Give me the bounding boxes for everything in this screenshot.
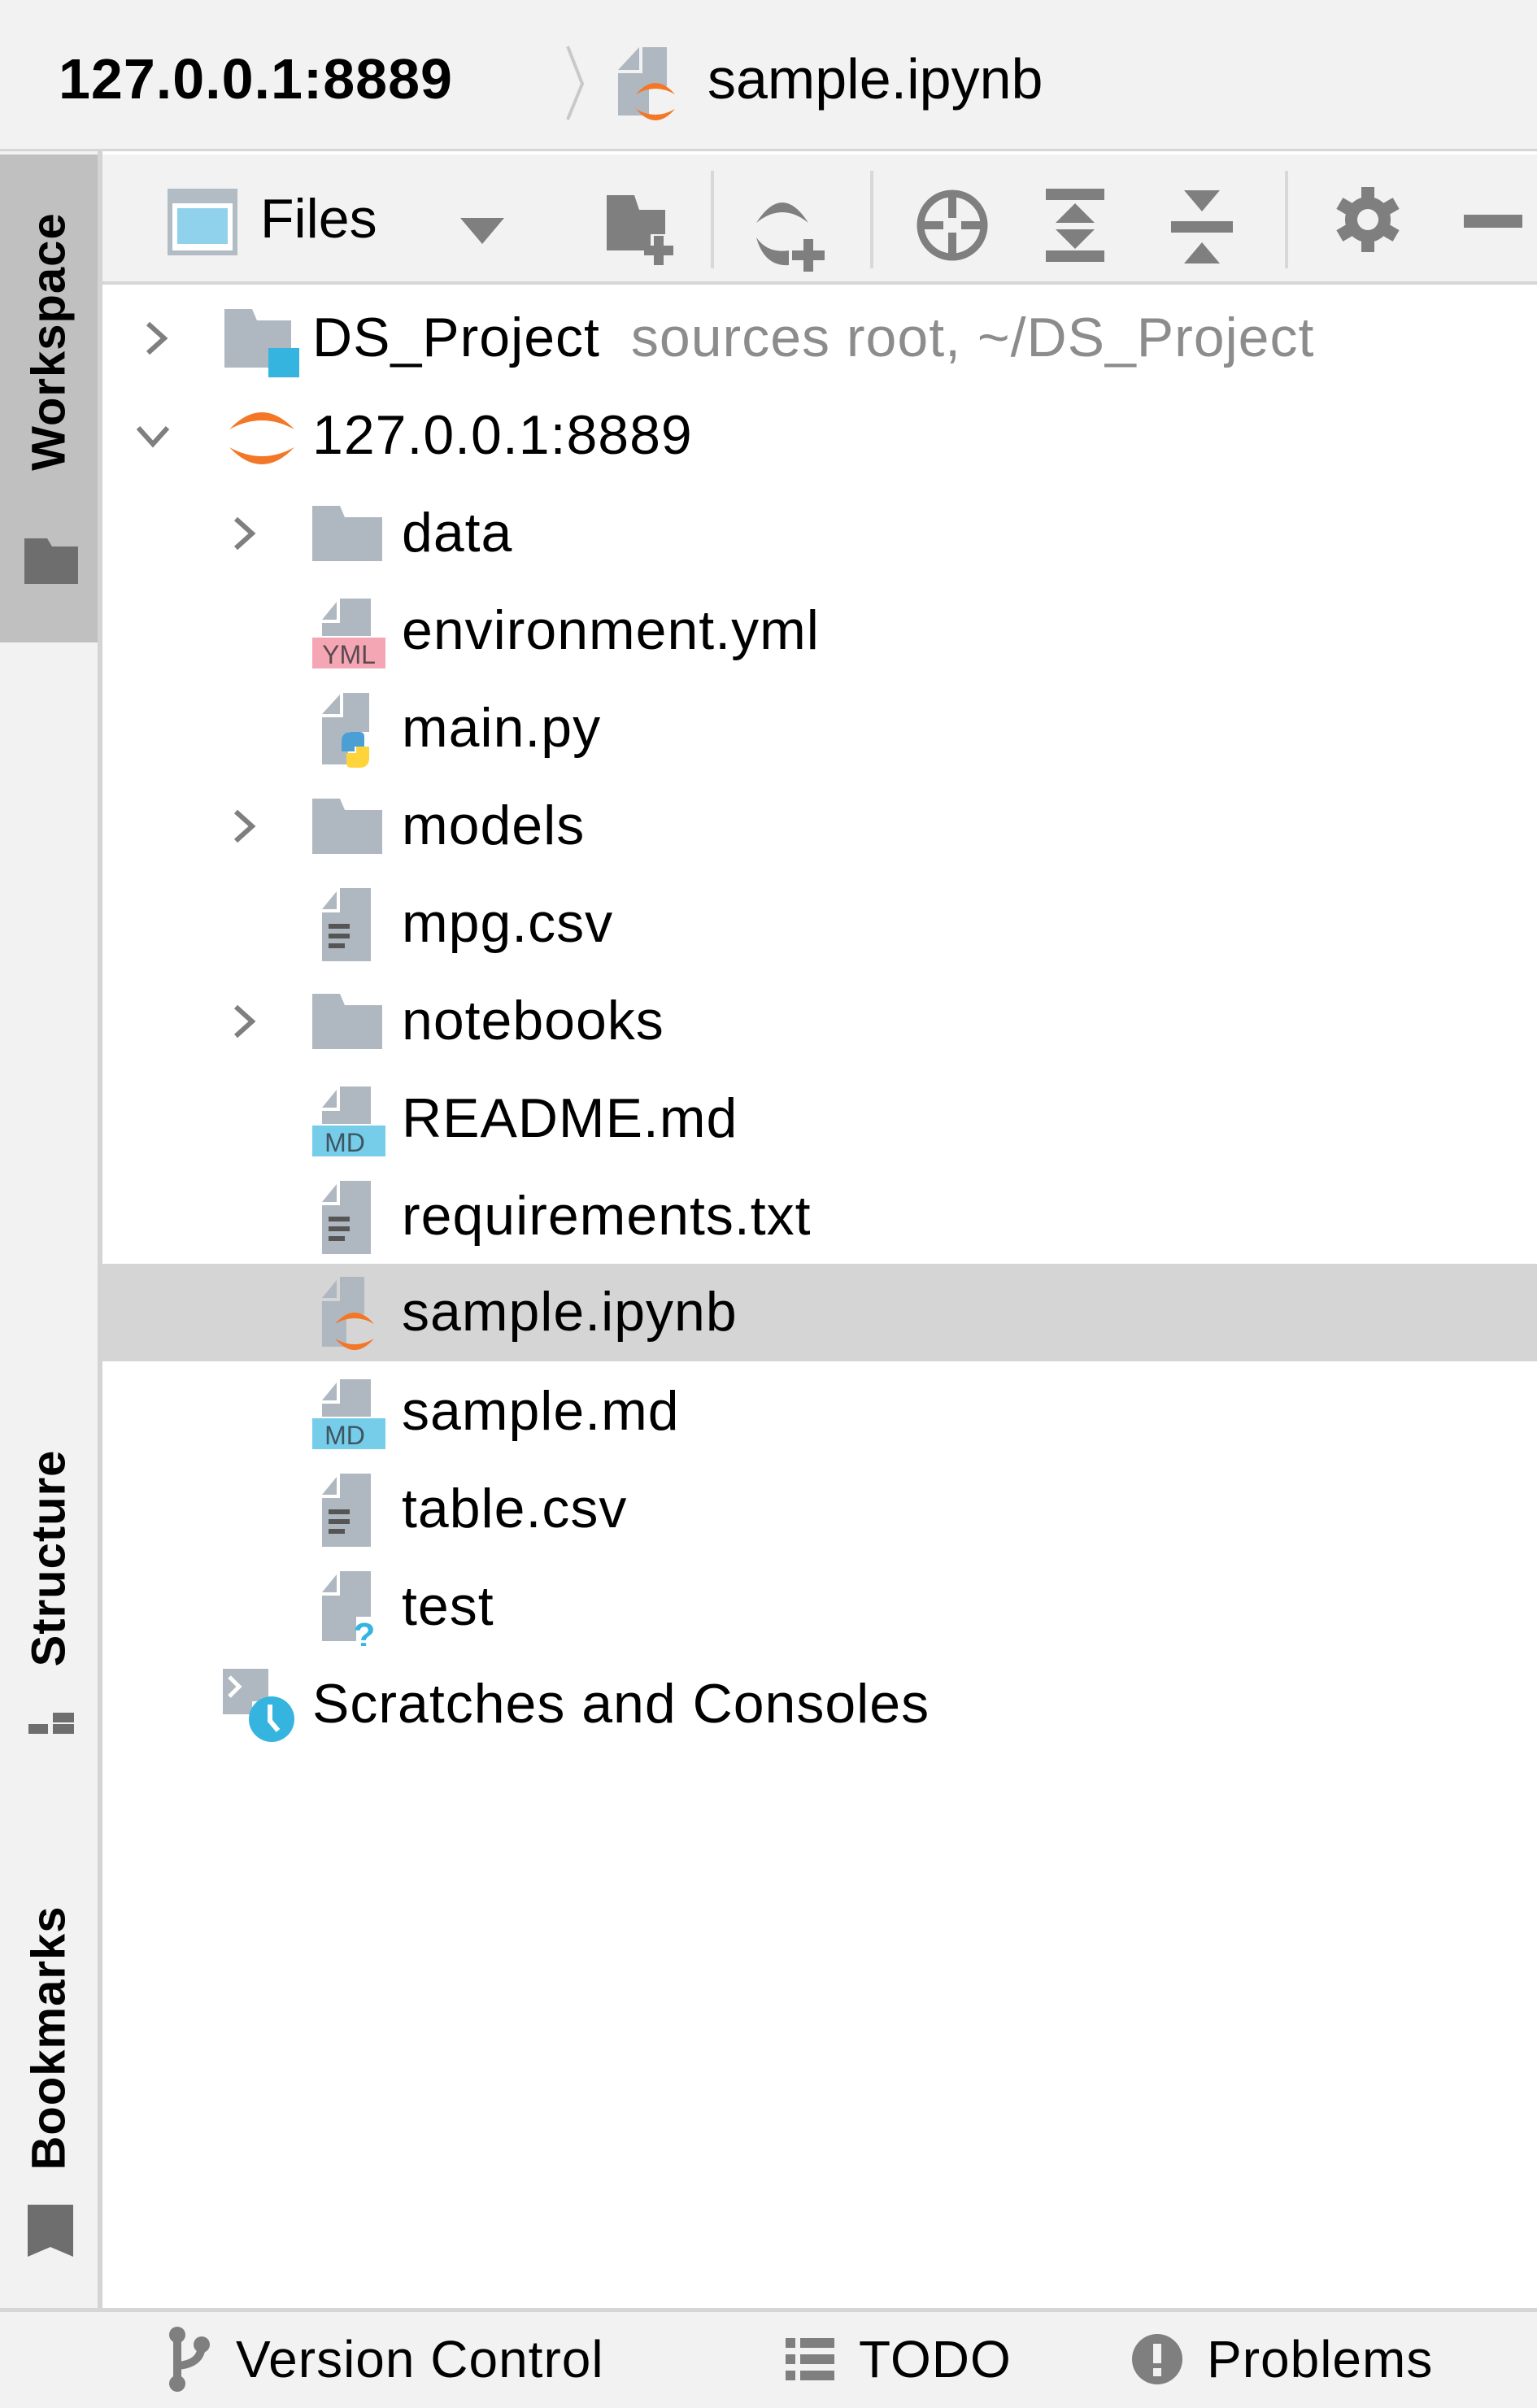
breadcrumb-separator-icon <box>566 46 585 120</box>
tree-item-label: notebooks <box>402 990 664 1052</box>
tree-row-models[interactable]: models <box>102 777 1537 875</box>
markdown-file-icon: MD <box>312 1086 385 1157</box>
yaml-file-icon: YML <box>312 599 385 669</box>
project-folder-icon <box>224 309 299 377</box>
markdown-file-icon: MD <box>312 1379 385 1450</box>
tree-item-label: 127.0.0.1:8889 <box>312 404 693 466</box>
tree-row-table-csv[interactable]: table.csv <box>102 1461 1537 1558</box>
tree-item-label: data <box>402 502 513 564</box>
crosshair-icon[interactable] <box>916 189 989 262</box>
chevron-down-icon[interactable] <box>135 418 171 454</box>
breadcrumb-file[interactable]: sample.ipynb <box>708 42 1043 115</box>
tree-item-hint: sources root, ~/DS_Project <box>630 307 1315 368</box>
svg-text:MD: MD <box>324 1421 365 1450</box>
files-view-icon[interactable] <box>168 189 237 255</box>
jupyter-notebook-icon <box>618 47 675 120</box>
tree-item-label: requirements.txt <box>402 1185 812 1247</box>
new-folder-icon[interactable] <box>607 195 677 265</box>
chevron-right-icon[interactable] <box>138 320 174 356</box>
todo-label: TODO <box>859 2330 1012 2388</box>
tree-item-label: mpg.csv <box>402 892 614 954</box>
toolbar-separator <box>711 171 714 268</box>
svg-text:YML: YML <box>322 640 376 669</box>
tree-row-server[interactable]: 127.0.0.1:8889 <box>102 387 1537 485</box>
tree-item-label: table.csv <box>402 1478 628 1539</box>
version-control-label: Version Control <box>236 2330 604 2388</box>
chevron-right-icon[interactable] <box>226 1004 262 1039</box>
sidebar-tab-bookmarks[interactable]: Bookmarks <box>0 1835 98 2258</box>
problems-label: Problems <box>1207 2330 1434 2388</box>
text-file-icon <box>322 888 371 961</box>
sidebar-tab-label: Structure <box>22 1449 76 1667</box>
folder-icon <box>312 799 382 854</box>
tree-row-scratches[interactable]: Scratches and Consoles <box>102 1656 1537 1753</box>
tree-row-sample-md[interactable]: MD sample.md <box>102 1363 1537 1461</box>
tree-item-name: DS_Project <box>312 307 600 368</box>
problems-tab[interactable]: Problems <box>1132 2327 1433 2392</box>
python-file-icon <box>322 693 369 768</box>
tree-item-label: models <box>402 795 586 856</box>
tree-row-environment-yml[interactable]: YML environment.yml <box>102 582 1537 680</box>
collapse-all-icon[interactable] <box>1171 190 1233 263</box>
folder-icon <box>24 538 78 584</box>
view-selector-label[interactable]: Files <box>260 182 377 255</box>
tree-row-notebooks[interactable]: notebooks <box>102 973 1537 1070</box>
sidebar-tab-label: Bookmarks <box>22 1905 76 2171</box>
warning-icon <box>1132 2334 1182 2384</box>
scratches-icon <box>223 1669 294 1742</box>
chevron-right-icon[interactable] <box>226 808 262 844</box>
tree-item-label: DS_Project sources root, ~/DS_Project <box>312 301 1314 374</box>
chevron-right-icon[interactable] <box>226 516 262 551</box>
jupyter-notebook-icon <box>322 1277 374 1350</box>
breadcrumb-bar: 127.0.0.1:8889 sample.ipynb <box>0 0 1537 151</box>
project-toolbar: Files <box>102 155 1537 285</box>
tree-row-sample-ipynb[interactable]: sample.ipynb <box>102 1264 1537 1361</box>
structure-icon <box>28 1713 74 1734</box>
tree-row-test[interactable]: ? test <box>102 1558 1537 1656</box>
refresh-add-icon[interactable] <box>753 194 831 272</box>
chevron-down-icon[interactable] <box>460 218 504 244</box>
project-tree: DS_Project sources root, ~/DS_Project 127… <box>102 288 1537 2310</box>
minus-icon[interactable] <box>1464 215 1522 228</box>
unknown-file-icon: ? <box>322 1571 376 1646</box>
text-file-icon <box>322 1474 371 1547</box>
expand-all-icon[interactable] <box>1044 189 1106 262</box>
jupyter-server-icon <box>229 412 294 464</box>
branch-icon <box>169 2327 210 2392</box>
tree-row-readme-md[interactable]: MD README.md <box>102 1070 1537 1168</box>
tool-window-sidebar: Workspace Structure Bookmarks <box>0 151 98 2311</box>
tree-item-label: main.py <box>402 697 602 759</box>
toolbar-separator <box>870 171 873 268</box>
text-file-icon <box>322 1181 371 1254</box>
breadcrumb-host[interactable]: 127.0.0.1:8889 <box>59 42 453 115</box>
svg-text:MD: MD <box>324 1128 365 1157</box>
sidebar-tab-structure[interactable]: Structure <box>0 1404 98 1810</box>
list-icon <box>786 2338 834 2380</box>
gear-icon[interactable] <box>1335 187 1400 252</box>
tree-item-label: environment.yml <box>402 599 820 661</box>
tree-item-label: Scratches and Consoles <box>312 1673 930 1735</box>
bookmark-icon <box>28 2205 73 2257</box>
folder-icon <box>312 994 382 1049</box>
bottom-tool-bar: Version Control TODO Problems <box>0 2308 1537 2408</box>
folder-icon <box>312 506 382 561</box>
tree-item-label: README.md <box>402 1087 738 1149</box>
sidebar-tab-workspace[interactable]: Workspace <box>0 155 98 642</box>
version-control-tab[interactable]: Version Control <box>168 2327 604 2392</box>
tree-row-main-py[interactable]: main.py <box>102 680 1537 777</box>
todo-tab[interactable]: TODO <box>786 2327 1012 2392</box>
toolbar-separator <box>1285 171 1288 268</box>
sidebar-tab-label: Workspace <box>22 212 76 471</box>
tree-row-mpg-csv[interactable]: mpg.csv <box>102 875 1537 973</box>
svg-text:?: ? <box>354 1616 376 1646</box>
tree-item-label: test <box>402 1575 494 1637</box>
tree-row-requirements-txt[interactable]: requirements.txt <box>102 1168 1537 1265</box>
tree-row-ds-project[interactable]: DS_Project sources root, ~/DS_Project <box>102 290 1537 387</box>
tree-item-label: sample.md <box>402 1380 680 1442</box>
tree-row-data[interactable]: data <box>102 485 1537 582</box>
tree-item-label: sample.ipynb <box>402 1281 738 1343</box>
